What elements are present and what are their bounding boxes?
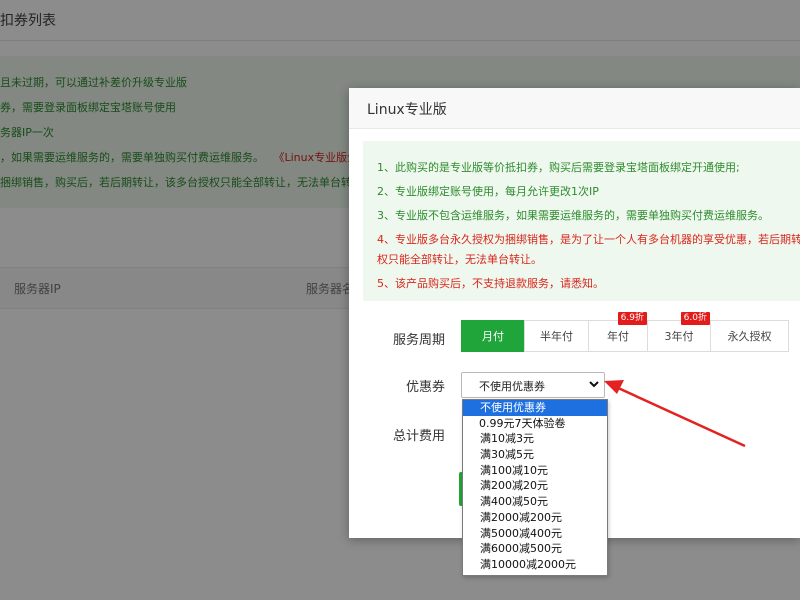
coupon-option[interactable]: 满10000减2000元 — [463, 557, 607, 573]
coupon-option[interactable]: 满2000减200元 — [463, 510, 607, 526]
modal-title: Linux专业版 — [367, 102, 447, 118]
notice-line-3: 3、专业版不包含运维服务，如果需要运维服务的，需要单独购买付费运维服务。 — [377, 209, 769, 222]
coupon-option[interactable]: 满30减5元 — [463, 447, 607, 463]
coupon-option[interactable]: 满10减3元 — [463, 431, 607, 447]
period-button-label: 永久授权 — [727, 330, 772, 343]
chevron-down-icon — [589, 381, 599, 388]
period-button-label: 月付 — [482, 330, 504, 343]
total-label: 总计费用 — [393, 429, 446, 444]
period-label: 服务周期 — [393, 333, 446, 348]
period-button-monthly[interactable]: 月付 — [461, 320, 525, 352]
coupon-option[interactable]: 0.99元7天体验卷 — [463, 416, 607, 432]
discount-badge: 6.0折 — [680, 312, 710, 325]
coupon-option[interactable]: 满100减10元 — [463, 463, 607, 479]
period-button-label: 年付 — [607, 330, 629, 343]
notice-box: 1、此购买的是专业版等价抵扣券，购买后需要登录宝塔面板绑定开通使用; 2、专业版… — [363, 141, 800, 301]
discount-badge: 6.9折 — [617, 312, 647, 325]
period-button-halfyear[interactable]: 半年付 — [524, 320, 589, 352]
period-button-3year[interactable]: 3年付 6.0折 — [647, 312, 711, 352]
coupon-option[interactable]: 满6000减500元 — [463, 541, 607, 557]
period-button-permanent[interactable]: 永久授权 — [710, 320, 789, 352]
coupon-label: 优惠券 — [406, 380, 446, 395]
period-button-label: 半年付 — [540, 330, 573, 343]
coupon-option[interactable]: 不使用优惠券 — [463, 400, 607, 416]
notice-line-2: 2、专业版绑定账号使用，每月允许更改1次IP — [377, 185, 599, 198]
notice-line-4: 4、专业版多台永久授权为捆绑销售，是为了让一个人有多台机器的享受优惠，若后期转让 — [377, 233, 800, 246]
coupon-option[interactable]: 满400减50元 — [463, 494, 607, 510]
period-button-yearly[interactable]: 年付 6.9折 — [588, 312, 648, 352]
notice-line-4-cont: 权只能全部转让，无法单台转让。 — [377, 253, 542, 266]
modal-header: Linux专业版 — [349, 88, 800, 129]
coupon-dropdown-list: 不使用优惠券 0.99元7天体验卷 满10减3元 满30减5元 满100减10元… — [462, 399, 608, 576]
coupon-select-value: 不使用优惠券 — [479, 380, 545, 393]
coupon-select[interactable]: 不使用优惠券 — [461, 372, 605, 398]
coupon-option[interactable]: 满5000减400元 — [463, 526, 607, 542]
notice-line-1: 1、此购买的是专业版等价抵扣券，购买后需要登录宝塔面板绑定开通使用; — [377, 161, 740, 174]
coupon-option[interactable]: 满200减20元 — [463, 478, 607, 494]
notice-line-5: 5、该产品购买后，不支持退款服务，请悉知。 — [377, 277, 604, 290]
period-button-label: 3年付 — [664, 330, 694, 343]
